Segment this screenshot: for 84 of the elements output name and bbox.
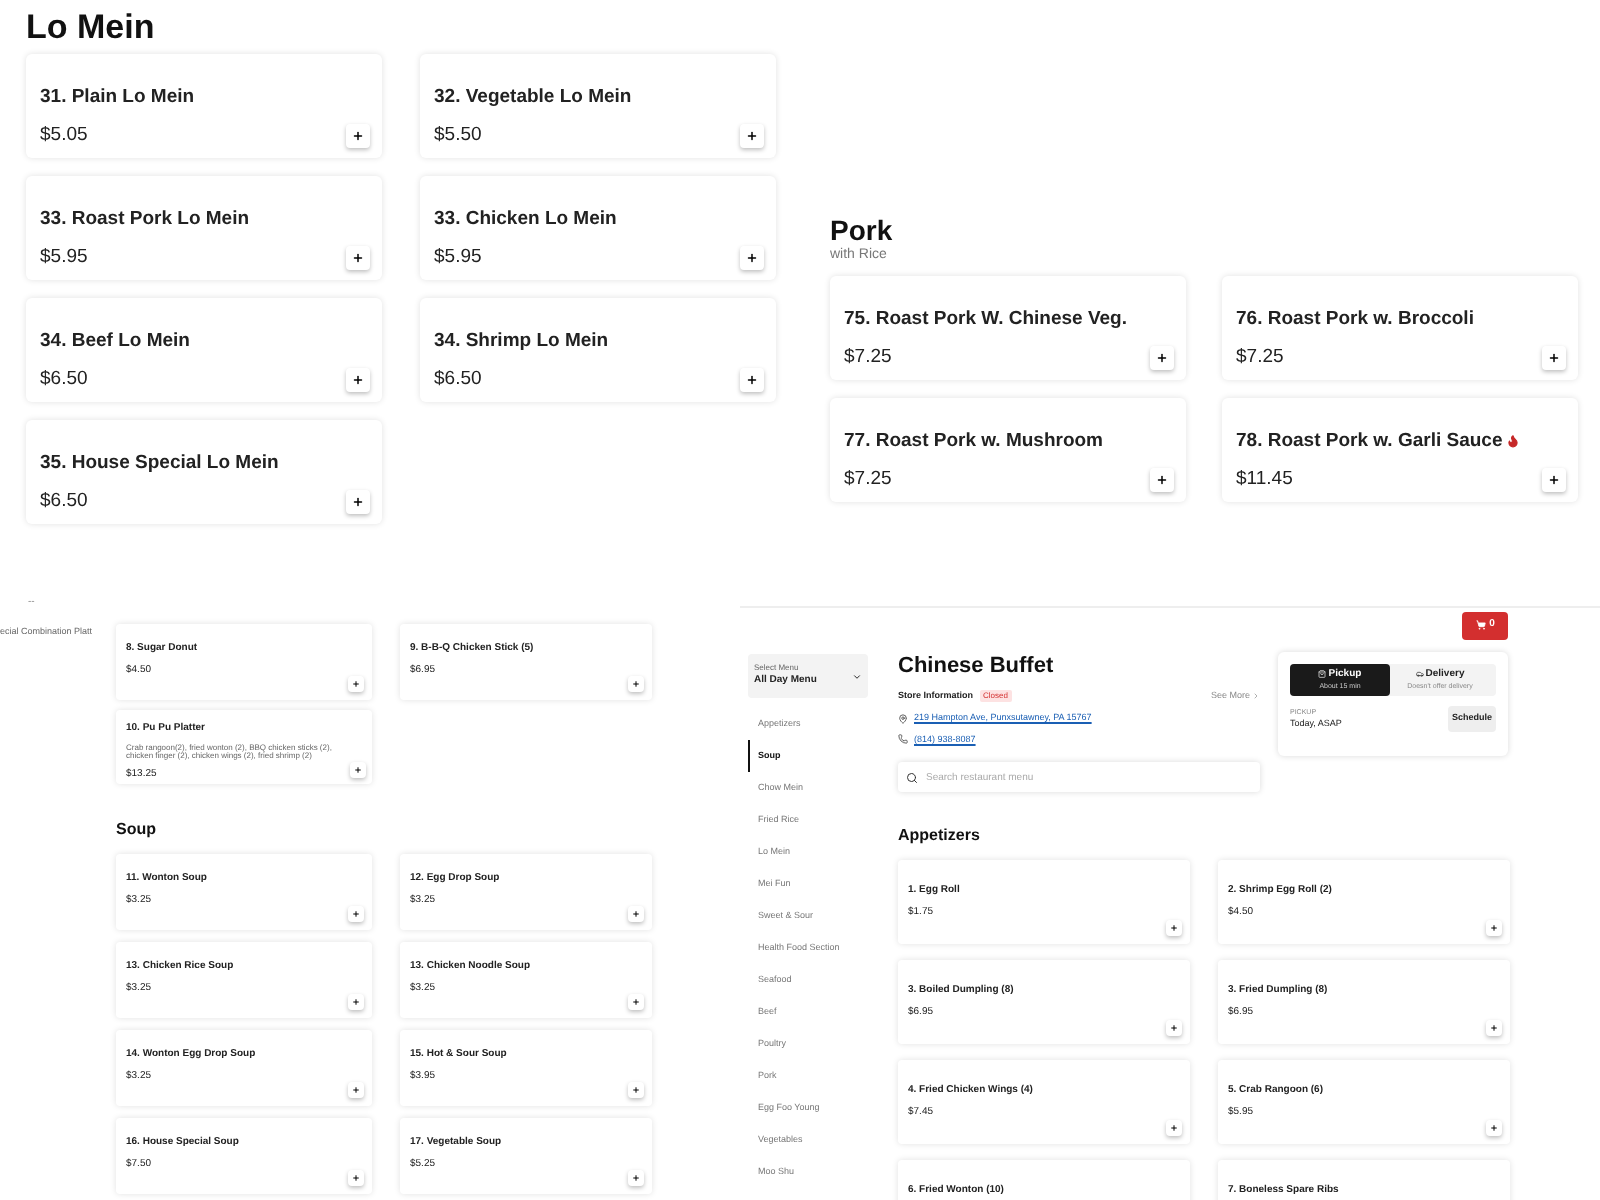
item-price: $6.50 [434,366,484,395]
item-name: 75. Roast Pork W. Chinese Veg. [844,305,1127,333]
item-price: $11.45 [1236,465,1295,494]
menu-item-card[interactable]: 75. Roast Pork W. Chinese Veg. $7.25 [830,275,1186,379]
plus-icon [352,998,360,1006]
plus-icon [352,680,360,688]
menu-item-card[interactable]: 35. House Special Lo Mein $6.50 [26,420,382,524]
plus-icon [632,680,640,688]
plus-icon [352,910,360,918]
menu-item-card[interactable]: 33. Chicken Lo Mein $5.95 [420,176,776,280]
item-name: 77. Roast Pork w. Mushroom [844,427,1104,455]
plus-icon [352,1086,360,1094]
map-pin-icon [898,713,908,724]
add-button[interactable] [346,490,370,514]
section-heading: Soup [116,818,158,842]
menu-item-card[interactable]: 77. Roast Pork w. Mushroom $7.25 [830,397,1186,501]
plus-icon [352,374,364,386]
plus-icon [1156,351,1168,363]
section-heading: Lo Mein [26,10,157,46]
section-heading: Appetizers [898,824,982,849]
item-price: $5.95 [434,244,484,273]
add-button[interactable] [740,246,764,270]
plus-icon [1490,924,1498,933]
restaurant-name: Chinese Buffet [898,654,1056,678]
item-price: $5.05 [40,122,90,151]
add-button[interactable] [1150,467,1174,491]
menu-item-card[interactable]: 76. Roast Pork w. Broccoli $7.25 [1222,275,1578,379]
plus-icon [352,252,364,264]
plus-icon [352,1174,360,1182]
add-button[interactable] [1542,467,1566,491]
bag-icon [1318,670,1327,679]
add-button[interactable] [740,368,764,392]
item-price: $7.25 [1236,343,1286,372]
car-icon [1415,670,1424,679]
add-button[interactable] [346,368,370,392]
item-price: $6.50 [40,366,90,395]
menu-item-card[interactable]: 34. Beef Lo Mein $6.50 [26,298,382,402]
item-name: 78. Roast Pork w. Garli Sauce [1236,427,1503,455]
item-price: $7.25 [844,343,894,372]
add-button[interactable] [346,246,370,270]
item-name: 35. House Special Lo Mein [40,450,279,478]
item-name: 33. Chicken Lo Mein [434,206,617,234]
plus-icon [746,130,758,142]
menu-item-card[interactable]: 34. Shrimp Lo Mein $6.50 [420,298,776,402]
item-name: 33. Roast Pork Lo Mein [40,206,250,234]
add-button[interactable] [1150,345,1174,369]
plus-icon [1170,1024,1178,1033]
menu-item-card[interactable]: 78. Roast Pork w. Garli Sauce $11.45 [1222,397,1578,501]
plus-icon [1548,351,1560,363]
chevron-down-icon [852,671,862,681]
plus-icon [1490,1124,1498,1133]
item-price: $6.50 [40,488,90,517]
menu-item-card[interactable]: 31. Plain Lo Mein $5.05 [26,54,382,158]
phone-icon [898,734,908,745]
item-name: 32. Vegetable Lo Mein [434,84,632,112]
plus-icon [1170,924,1178,933]
section-heading: Pork [830,216,895,246]
item-price: $5.95 [40,244,90,273]
plus-icon [746,374,758,386]
plus-icon [352,496,364,508]
add-button[interactable] [740,124,764,148]
item-name: 31. Plain Lo Mein [40,84,195,112]
item-name: 76. Roast Pork w. Broccoli [1236,305,1474,333]
plus-icon [632,910,640,918]
plus-icon [1156,473,1168,485]
plus-icon [632,998,640,1006]
menu-item-card[interactable]: 32. Vegetable Lo Mein $5.50 [420,54,776,158]
plus-icon [632,1174,640,1182]
item-name: 34. Beef Lo Mein [40,328,190,356]
item-name: 34. Shrimp Lo Mein [434,328,609,356]
cart-icon [1475,620,1486,630]
plus-icon [1170,1124,1178,1133]
item-price: $7.25 [844,465,894,494]
plus-icon [352,130,364,142]
item-price: $5.50 [434,122,484,151]
menu-item-card[interactable]: 33. Roast Pork Lo Mein $5.95 [26,176,382,280]
plus-icon [746,252,758,264]
plus-icon [354,766,362,774]
add-button[interactable] [346,124,370,148]
search-icon [906,771,918,784]
add-button[interactable] [1542,345,1566,369]
plus-icon [1490,1024,1498,1033]
plus-icon [1548,473,1560,485]
plus-icon [632,1086,640,1094]
